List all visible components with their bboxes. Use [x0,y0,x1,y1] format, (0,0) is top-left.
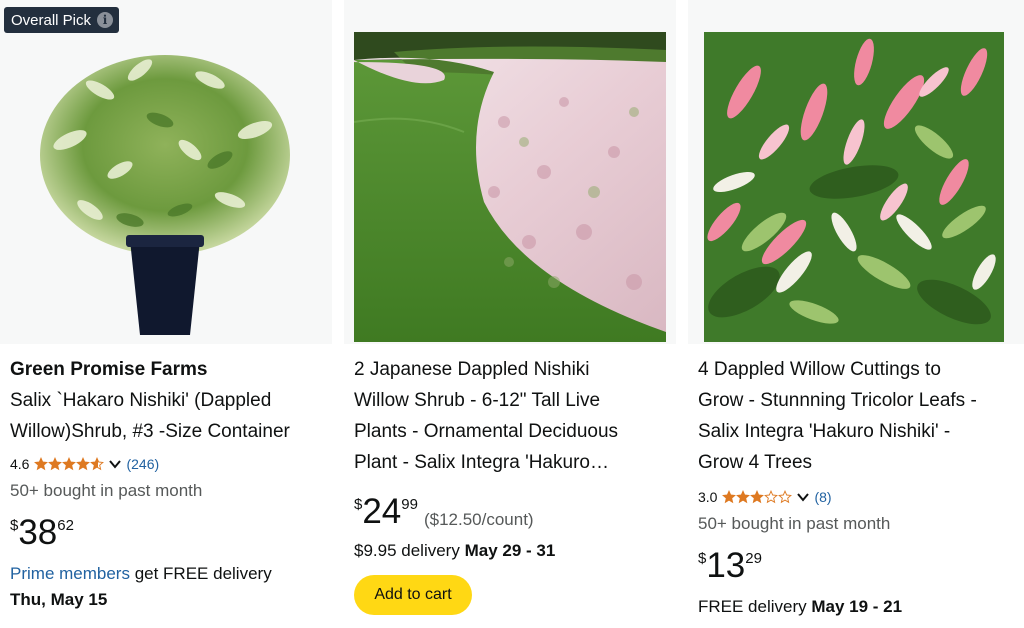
delivery-date: Thu, May 15 [10,590,108,609]
title-line: Willow Shrub - 6-12" Tall Live [354,390,601,411]
delivery-date: May 19 - 21 [811,597,903,616]
bought-past-month: 50+ bought in past month [10,481,203,500]
unit-price: ($12.50/count) [423,510,534,529]
price: $ 24 99 ($12.50/count) [354,492,672,532]
star-icon [34,457,49,471]
brand-name: Green Promise Farms [10,359,208,380]
star-icon [90,457,105,471]
chevron-down-icon[interactable] [108,457,122,471]
price-whole: 24 [362,492,402,531]
product-card-3[interactable]: 4 Dappled Willow Cuttings to Grow - Stun… [688,0,1024,628]
title-line: Willow)Shrub, #3 -Size Container [10,421,290,442]
star-rating [722,490,793,504]
delivery-info: FREE delivery May 19 - 21 [698,594,1020,620]
title-line: Salix Integra 'Hakuro Nishiki' - [698,421,951,442]
star-icon [750,490,765,504]
star-icon [778,490,793,504]
info-icon[interactable]: i [97,12,114,28]
overall-pick-badge: Overall Pick i [4,7,120,33]
rating-count-link[interactable]: (8) [814,489,831,505]
title-line: Salix `Hakaro Nishiki' (Dappled [10,390,272,411]
product-text-2: 2 Japanese Dappled Nishiki Willow Shrub … [354,354,672,564]
rating-value: 3.0 [698,489,718,505]
title-line: 4 Dappled Willow Cuttings to [698,359,941,380]
product-card-2[interactable]: 2 Japanese Dappled Nishiki Willow Shrub … [344,0,676,628]
rating-value: 4.6 [10,456,30,472]
delivery-prefix: FREE delivery [698,597,812,616]
delivery-info: $9.95 delivery May 29 - 31 [354,538,672,564]
price: $ 38 62 [10,513,328,553]
rating-count-link[interactable]: (246) [126,456,159,472]
title-line: 2 Japanese Dappled Nishiki [354,359,590,380]
product-title-link[interactable]: 4 Dappled Willow Cuttings to Grow - Stun… [698,354,1020,478]
delivery-text: get FREE delivery [129,564,272,583]
delivery-date: May 29 - 31 [464,541,556,560]
price-symbol: $ [10,517,19,534]
title-line: Plant - Salix Integra 'Hakuro… [354,452,609,473]
title-line: Grow 4 Trees [698,452,813,473]
chevron-down-icon[interactable] [796,490,810,504]
badge-label: Overall Pick [11,11,92,29]
star-icon [76,457,91,471]
rating-row[interactable]: 3.0 (8) [698,486,1020,508]
add-to-cart-button[interactable]: Add to cart [354,575,472,615]
price-whole: 38 [18,513,58,552]
title-line: Grow - Stunnning Tricolor Leafs - [698,390,977,411]
product-title-link[interactable]: Salix `Hakaro Nishiki' (Dappled Willow)S… [10,385,328,447]
star-icon [722,490,737,504]
product-image-potted-shrub[interactable] [30,30,300,342]
product-title-link[interactable]: 2 Japanese Dappled Nishiki Willow Shrub … [354,354,672,478]
price-fraction: 62 [57,517,74,534]
price: $ 13 29 [698,546,1020,586]
star-icon [62,457,77,471]
price-fraction: 29 [745,550,762,567]
product-image-willow-cuttings[interactable] [704,32,1004,342]
product-image-hedge[interactable] [354,32,666,342]
prime-members-link[interactable]: Prime members [10,564,130,583]
product-text-3: 4 Dappled Willow Cuttings to Grow - Stun… [698,354,1020,620]
star-icon [736,490,751,504]
product-card-1[interactable]: Overall Pick i Green Promise Farms Salix… [0,0,332,628]
delivery-prefix: $9.95 delivery [354,541,465,560]
price-symbol: $ [354,496,363,513]
title-line: Plants - Ornamental Deciduous [354,421,619,442]
price-whole: 13 [706,546,746,585]
star-rating [34,457,105,471]
product-text-1: Green Promise Farms Salix `Hakaro Nishik… [10,354,328,613]
delivery-info: Prime members get FREE delivery [10,561,328,587]
bought-past-month: 50+ bought in past month [698,514,891,533]
price-fraction: 99 [401,496,418,513]
star-icon [48,457,63,471]
rating-row[interactable]: 4.6 (246) [10,453,328,475]
star-icon [764,490,779,504]
price-symbol: $ [698,550,707,567]
